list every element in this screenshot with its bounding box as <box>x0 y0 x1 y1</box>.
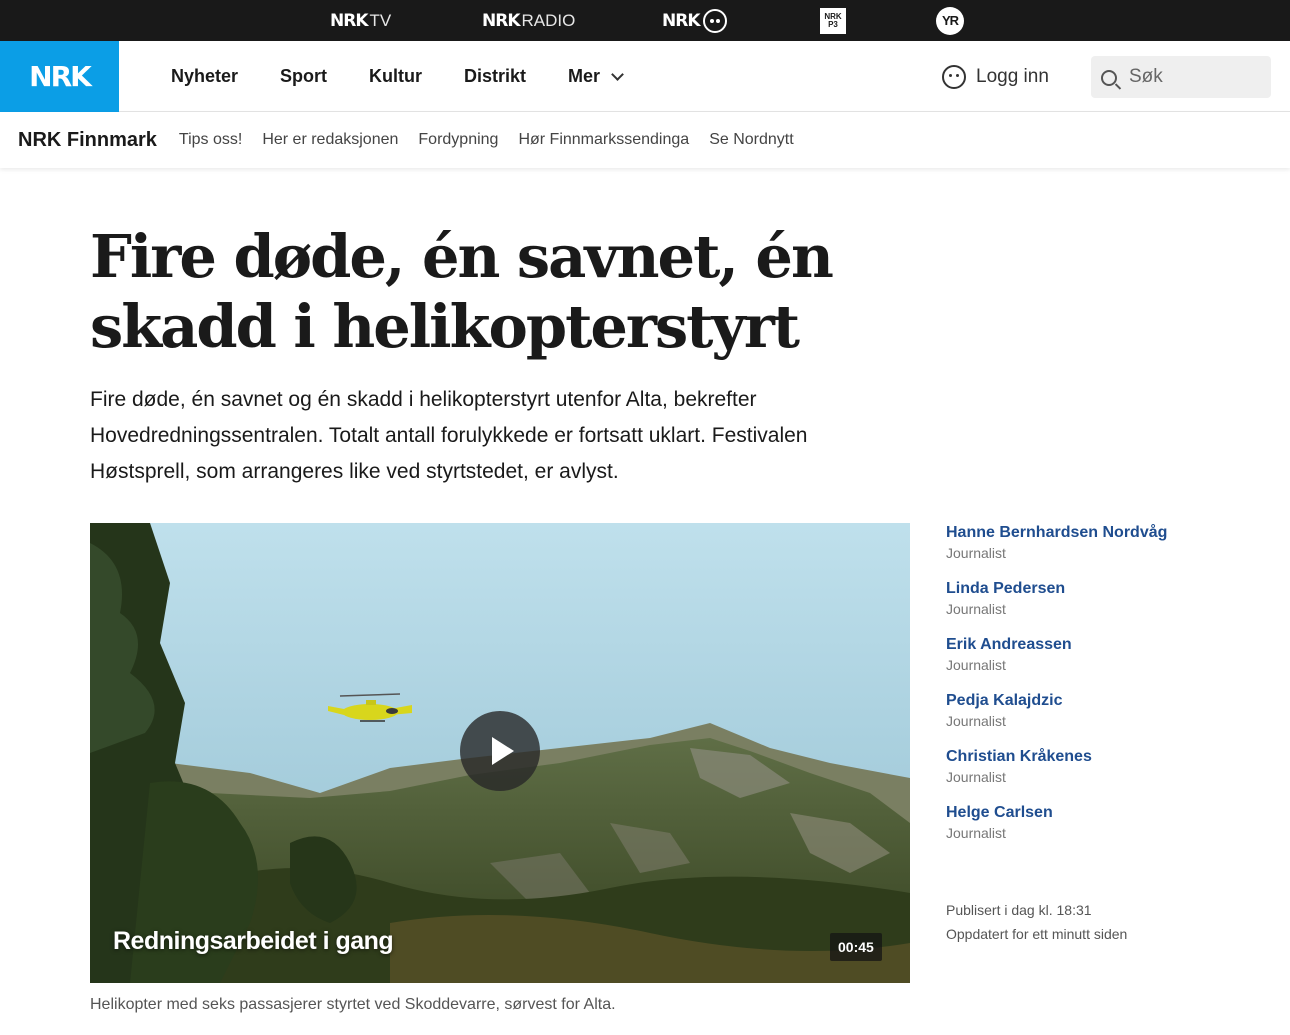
play-icon <box>492 737 514 765</box>
login-label: Logg inn <box>976 65 1049 87</box>
author-item: Hanne Bernhardsen Nordvåg Journalist <box>946 523 1266 579</box>
nav-sport[interactable]: Sport <box>280 66 327 87</box>
nrk-super-face-icon <box>702 8 727 33</box>
author-role: Journalist <box>946 601 1006 617</box>
nrk-radio-brand: NRK <box>482 10 520 31</box>
author-name-link[interactable]: Helge Carlsen <box>946 803 1266 823</box>
region-subnav: NRK Finnmark Tips oss! Her er redaksjone… <box>0 112 1290 168</box>
video-caption: Helikopter med seks passasjerer styrtet … <box>90 996 616 1013</box>
nrk-tv-brand: NRK <box>330 10 368 31</box>
login-button[interactable]: Logg inn <box>942 41 1049 112</box>
author-name-link[interactable]: Linda Pedersen <box>946 579 1266 599</box>
subnav-tips[interactable]: Tips oss! <box>179 131 242 149</box>
nrk-tv-link[interactable]: NRK TV <box>330 0 391 41</box>
author-item: Linda Pedersen Journalist <box>946 579 1266 635</box>
nav-distrikt[interactable]: Distrikt <box>464 66 526 87</box>
nrk-super-brand: NRK <box>662 10 700 31</box>
nrk-radio-link[interactable]: NRK RADIO <box>482 0 575 41</box>
play-button[interactable] <box>460 711 540 791</box>
region-title[interactable]: NRK Finnmark <box>18 129 157 152</box>
author-list: Hanne Bernhardsen Nordvåg Journalist Lin… <box>946 523 1266 859</box>
video-player[interactable]: Redningsarbeidet i gang 00:45 <box>90 523 910 983</box>
nav-mer-label: Mer <box>568 66 601 86</box>
search-box[interactable] <box>1091 56 1271 98</box>
subnav-finnmarkssendinga[interactable]: Hør Finnmarkssendinga <box>518 131 689 149</box>
search-input[interactable] <box>1129 66 1259 88</box>
nav-nyheter[interactable]: Nyheter <box>171 66 238 87</box>
author-role: Journalist <box>946 713 1006 729</box>
author-role: Journalist <box>946 545 1006 561</box>
updated-time: Oppdatert for ett minutt siden <box>946 926 1128 942</box>
article-headline: Fire døde, én savnet, én skadd i helikop… <box>90 222 834 361</box>
author-role: Journalist <box>946 825 1006 841</box>
nrk-logo[interactable]: NRK <box>0 41 119 112</box>
article-lead: Fire døde, én savnet og én skadd i helik… <box>90 388 808 483</box>
yr-link[interactable]: YR <box>936 0 964 41</box>
main-nav: Nyheter Sport Kultur Distrikt Mer <box>171 41 664 112</box>
nrk-p3-logo: NRK P3 <box>820 7 846 34</box>
subnav-fordypning[interactable]: Fordypning <box>418 131 498 149</box>
author-role: Journalist <box>946 657 1006 673</box>
subnav-nordnytt[interactable]: Se Nordnytt <box>709 131 793 149</box>
nav-kultur[interactable]: Kultur <box>369 66 422 87</box>
video-duration-badge: 00:45 <box>830 933 882 961</box>
main-header: NRK Nyheter Sport Kultur Distrikt Mer Lo… <box>0 41 1290 112</box>
author-item: Pedja Kalajdzic Journalist <box>946 691 1266 747</box>
author-role: Journalist <box>946 769 1006 785</box>
nrk-radio-suffix: RADIO <box>521 10 576 30</box>
nrk-tv-suffix: TV <box>369 10 392 30</box>
author-name-link[interactable]: Hanne Bernhardsen Nordvåg <box>946 523 1266 543</box>
nav-mer[interactable]: Mer <box>568 66 624 87</box>
nrk-p3-link[interactable]: NRK P3 <box>820 0 846 41</box>
services-bar: NRK TV NRK RADIO NRK NRK P3 YR <box>0 0 1290 41</box>
subnav-redaksjonen[interactable]: Her er redaksjonen <box>262 131 398 149</box>
published-time: Publisert i dag kl. 18:31 <box>946 902 1092 918</box>
search-icon <box>1101 70 1117 86</box>
author-item: Helge Carlsen Journalist <box>946 803 1266 859</box>
author-item: Christian Kråkenes Journalist <box>946 747 1266 803</box>
author-name-link[interactable]: Pedja Kalajdzic <box>946 691 1266 711</box>
author-item: Erik Andreassen Journalist <box>946 635 1266 691</box>
publish-meta: Publisert i dag kl. 18:31 Oppdatert for … <box>946 898 1127 946</box>
user-face-icon <box>942 64 966 89</box>
video-title: Redningsarbeidet i gang <box>113 927 394 955</box>
chevron-down-icon <box>611 67 624 81</box>
yr-logo: YR <box>936 6 964 35</box>
nrk-super-link[interactable]: NRK <box>662 0 727 41</box>
author-name-link[interactable]: Christian Kråkenes <box>946 747 1266 767</box>
author-name-link[interactable]: Erik Andreassen <box>946 635 1266 655</box>
